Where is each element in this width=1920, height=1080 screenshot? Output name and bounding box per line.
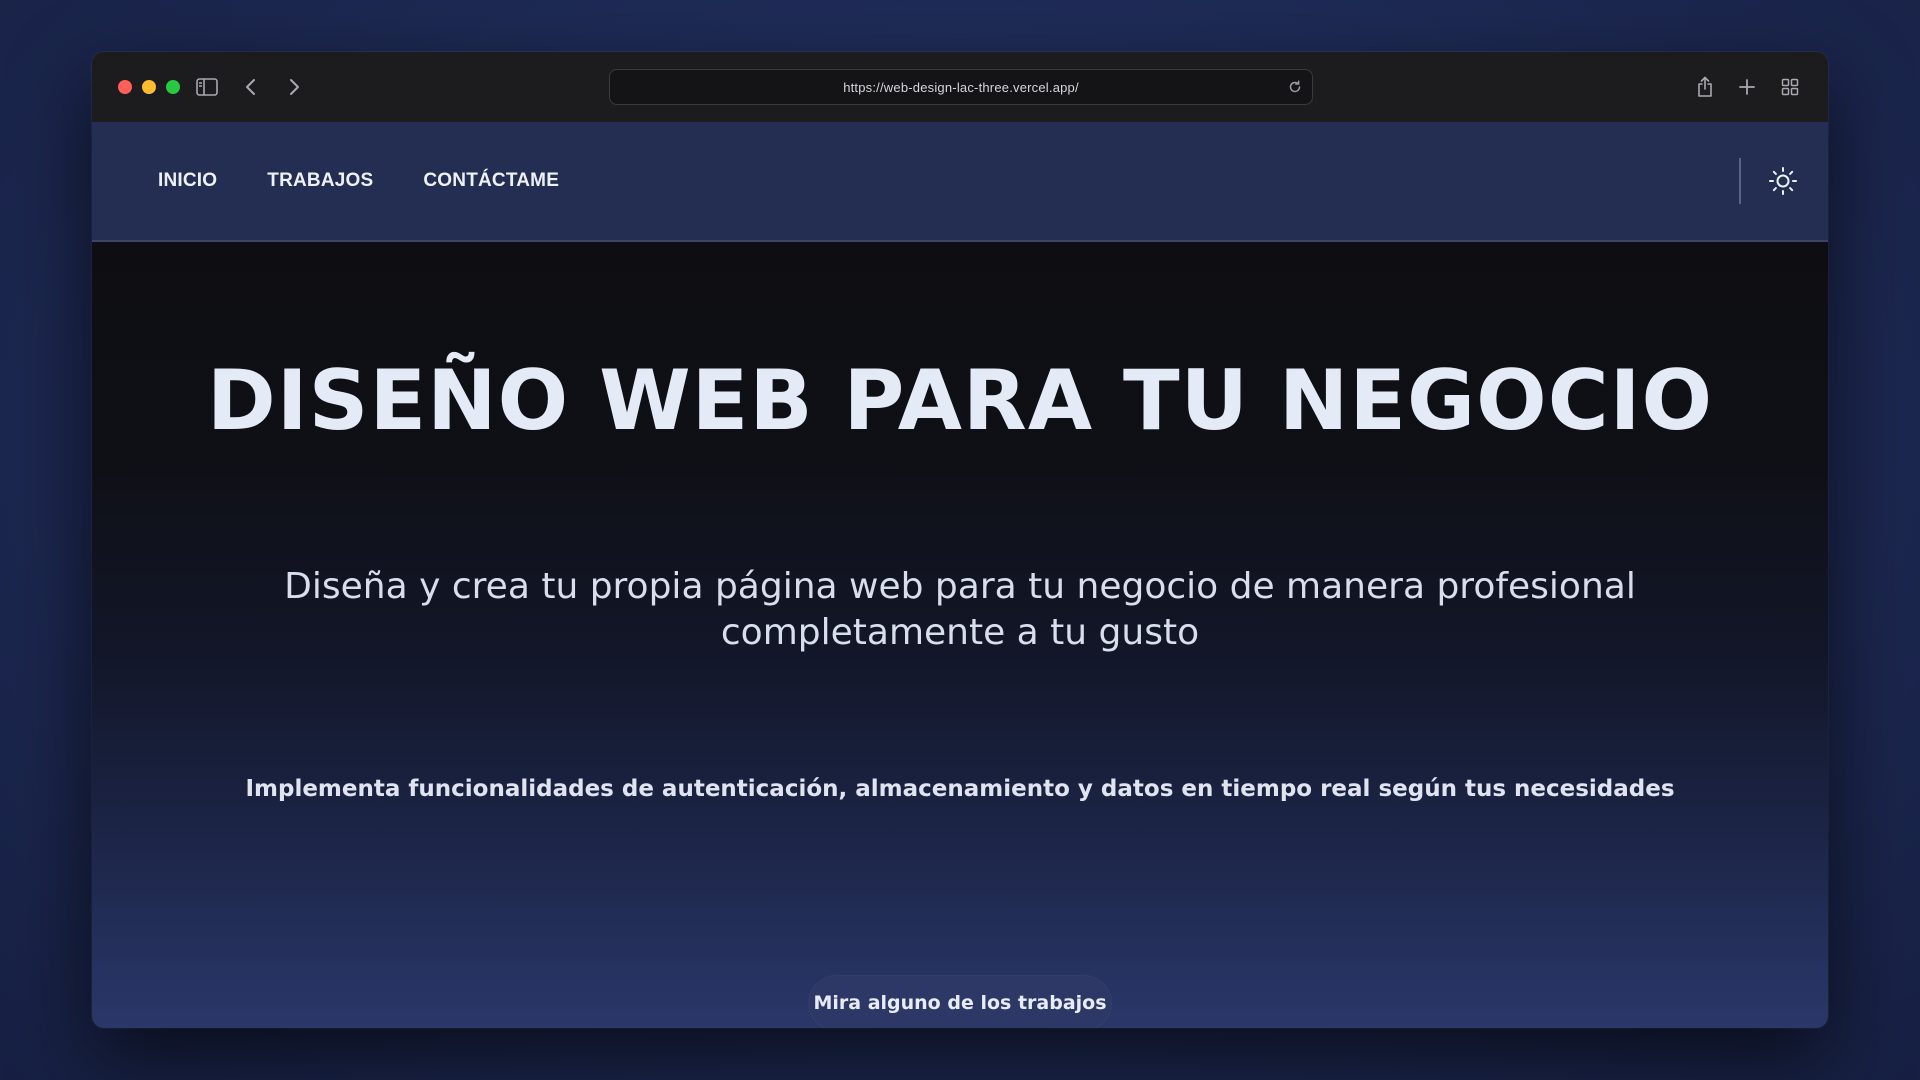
sidebar-icon[interactable] [192, 72, 222, 102]
hero-section: DISEÑO WEB PARA TU NEGOCIO Diseña y crea… [92, 242, 1828, 1028]
close-window-button[interactable] [118, 80, 132, 94]
hero-subtitle: Diseña y crea tu propia página web para … [284, 566, 1636, 653]
nav-link-contactame[interactable]: CONTÁCTAME [423, 170, 559, 192]
nav-link-trabajos[interactable]: TRABAJOS [267, 170, 373, 192]
view-works-button[interactable]: Mira alguno de los trabajos [809, 976, 1111, 1028]
minimize-window-button[interactable] [142, 80, 156, 94]
chevron-right-icon[interactable] [279, 72, 309, 102]
plus-icon[interactable] [1732, 72, 1762, 102]
maximize-window-button[interactable] [166, 80, 180, 94]
hero-title: DISEÑO WEB PARA TU NEGOCIO [206, 352, 1714, 449]
nav-link-inicio[interactable]: INICIO [158, 170, 217, 192]
address-bar[interactable]: https://web-design-lac-three.vercel.app/ [609, 69, 1313, 105]
reload-icon[interactable] [1286, 78, 1304, 96]
hero-description: Implementa funcionalidades de autenticac… [245, 776, 1675, 802]
browser-window: https://web-design-lac-three.vercel.app/ [92, 52, 1828, 1028]
url-text: https://web-design-lac-three.vercel.app/ [843, 79, 1079, 95]
chevron-left-icon[interactable] [236, 72, 266, 102]
grid-icon[interactable] [1775, 72, 1805, 102]
site-navbar: INICIO TRABAJOS CONTÁCTAME [92, 122, 1828, 242]
sun-icon [1769, 167, 1797, 195]
nav-divider [1739, 158, 1741, 204]
browser-toolbar: https://web-design-lac-three.vercel.app/ [92, 52, 1828, 123]
nav-links: INICIO TRABAJOS CONTÁCTAME [158, 122, 559, 240]
theme-toggle-button[interactable] [1763, 161, 1803, 201]
share-icon[interactable] [1690, 72, 1720, 102]
